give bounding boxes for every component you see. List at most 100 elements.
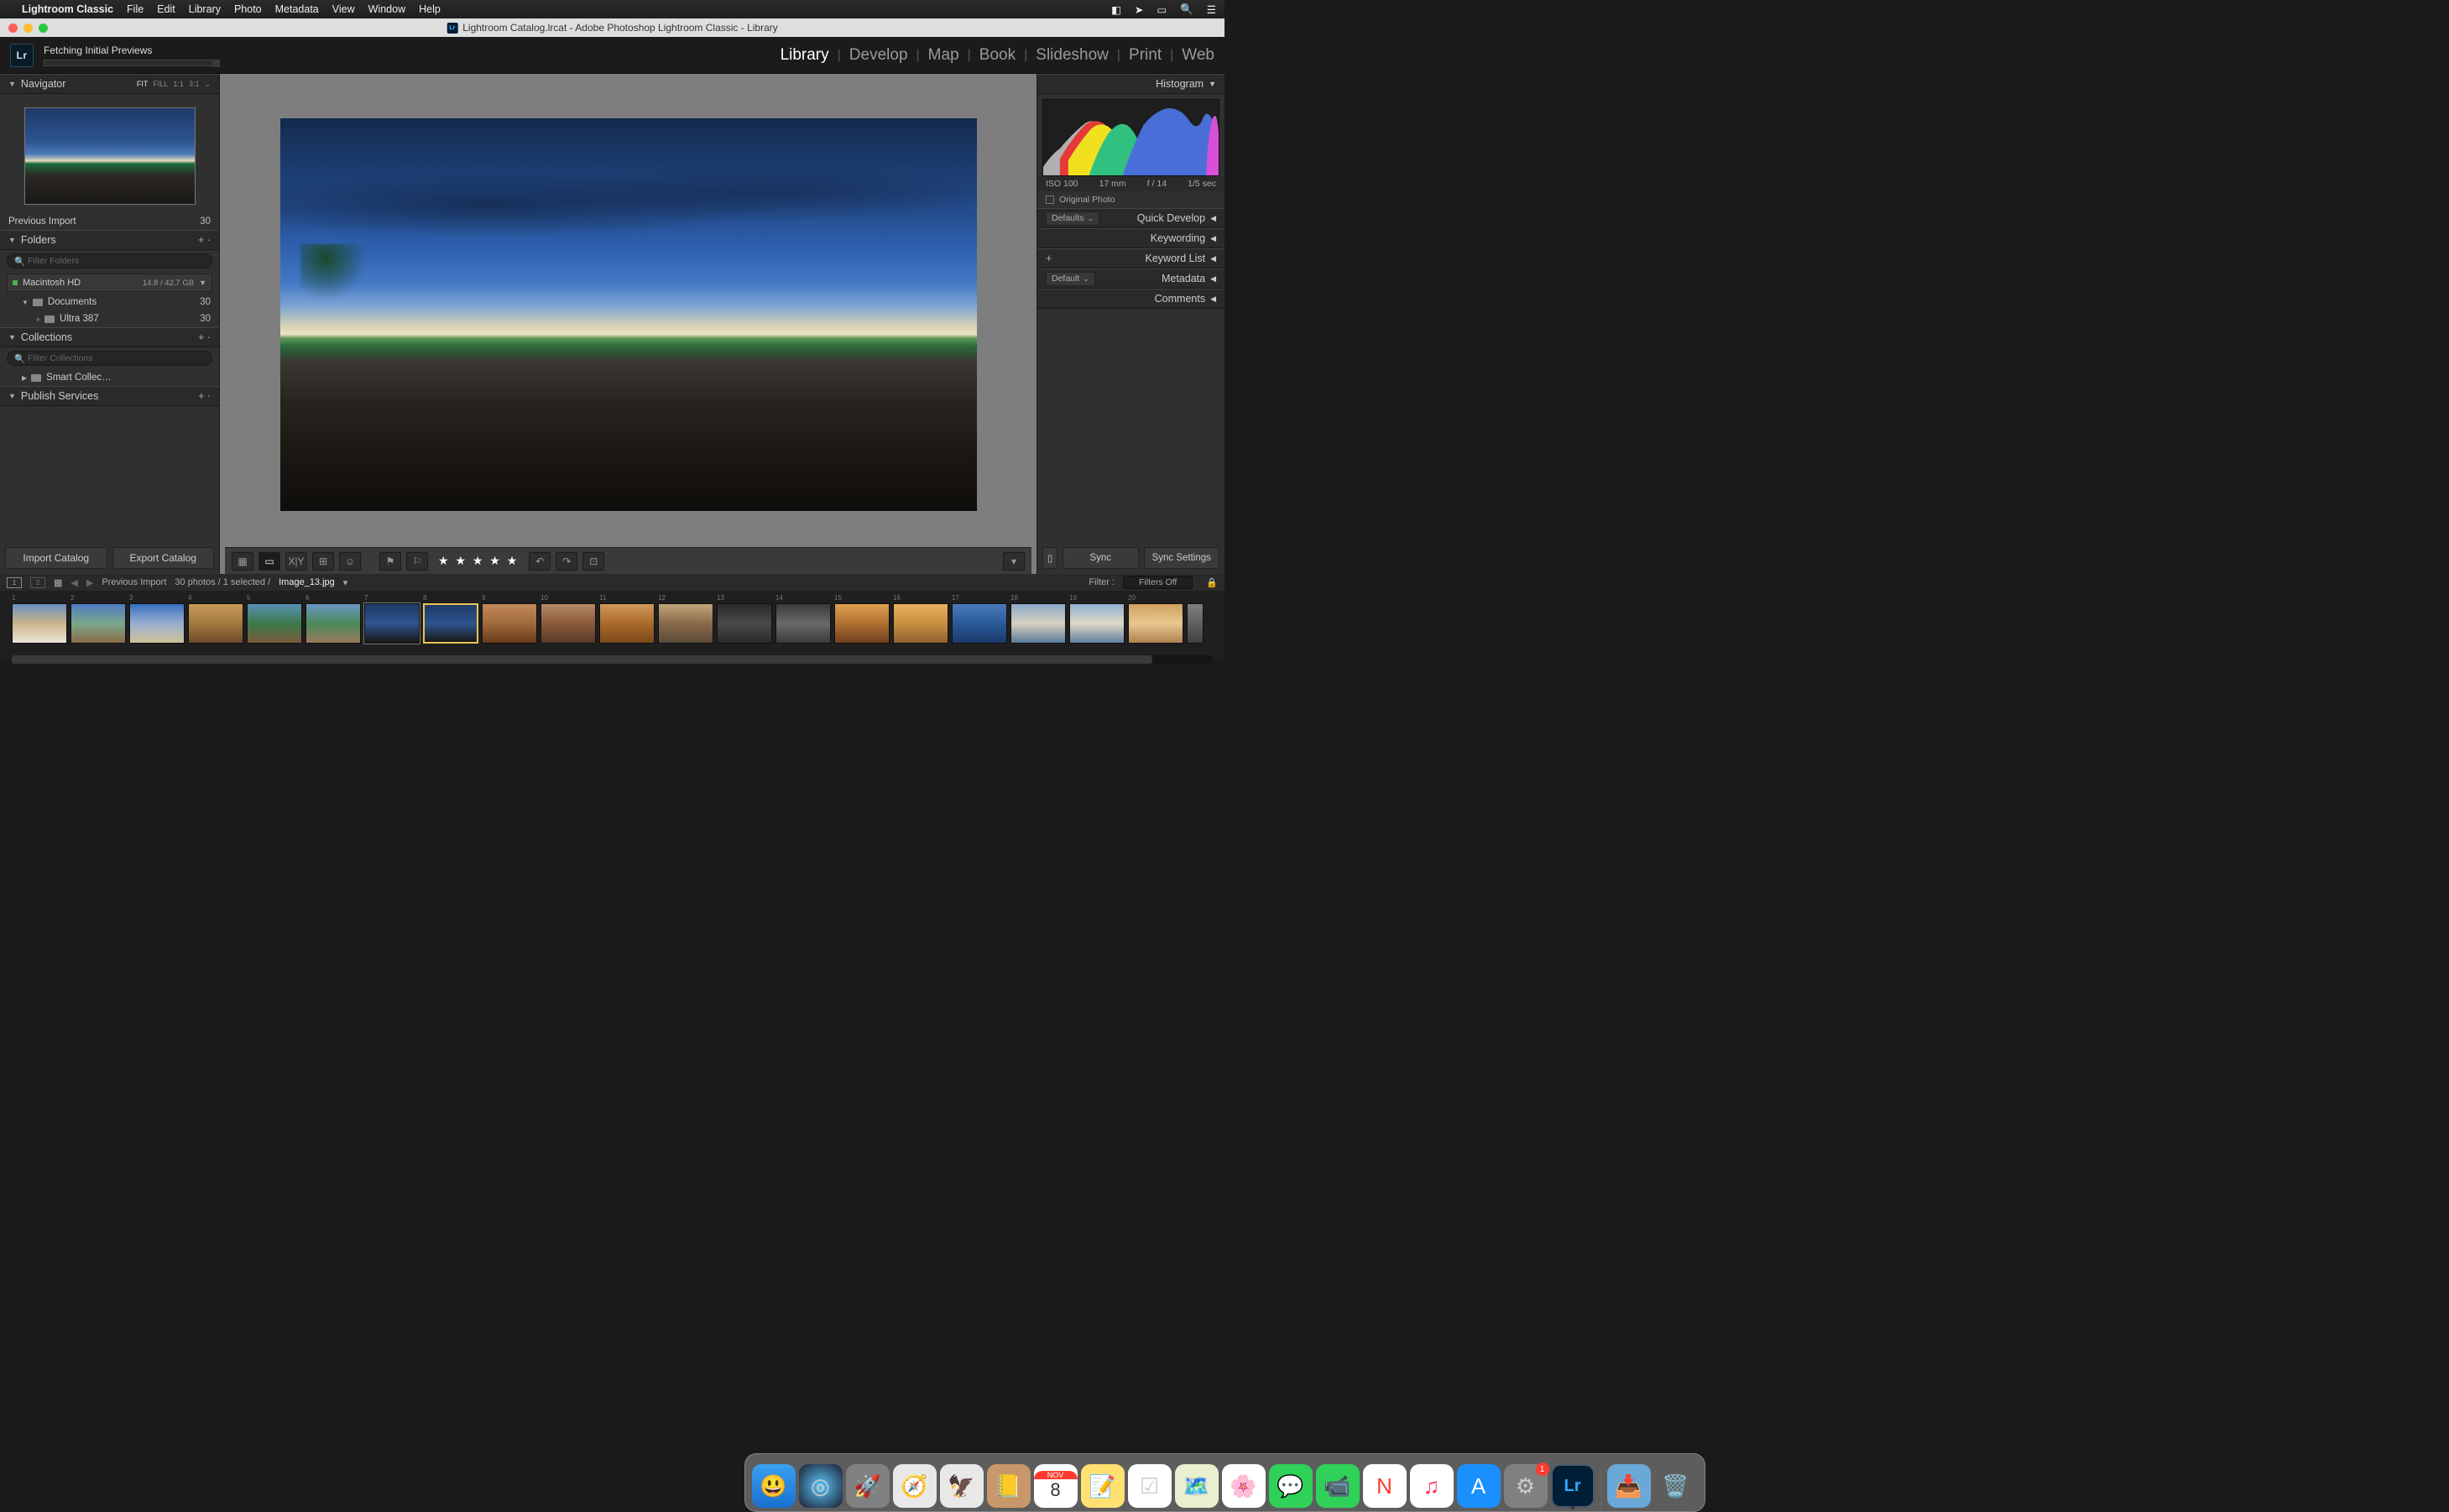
- dock-facetime[interactable]: 📹: [1316, 1464, 1360, 1508]
- navigator-header[interactable]: ▼ Navigator FIT FILL 1:1 3:1 ⌄: [0, 74, 219, 94]
- rotate-ccw-button[interactable]: ↶: [529, 552, 551, 571]
- module-print[interactable]: Print: [1129, 46, 1162, 65]
- loupe-image[interactable]: [280, 118, 977, 511]
- filmstrip-thumb[interactable]: [717, 603, 772, 644]
- dock-mail[interactable]: 🦅: [940, 1464, 984, 1508]
- view-compare-button[interactable]: X|Y: [285, 552, 307, 571]
- view-survey-button[interactable]: ⊞: [312, 552, 334, 571]
- filmstrip-forward-button[interactable]: ▶: [86, 577, 93, 588]
- nav-fill[interactable]: FILL: [153, 80, 168, 89]
- folder-documents[interactable]: ▼ Documents 30: [0, 294, 219, 310]
- folders-add-icon[interactable]: + ·: [198, 234, 211, 246]
- nav-3to1[interactable]: 3:1: [189, 80, 200, 89]
- metadata-disclosure-icon[interactable]: ◀: [1210, 274, 1216, 284]
- volume-macintosh-hd[interactable]: Macintosh HD 14.8 / 42.7 GB ▼: [7, 274, 212, 292]
- filmstrip-thumb[interactable]: [12, 603, 67, 644]
- view-people-button[interactable]: ☺: [339, 552, 361, 571]
- status-spotlight-icon[interactable]: 🔍: [1180, 3, 1193, 16]
- dock-siri[interactable]: ◎: [799, 1464, 843, 1508]
- filmstrip-thumb[interactable]: [540, 603, 596, 644]
- histogram-header[interactable]: Histogram ▼: [1037, 74, 1224, 94]
- keyword-list-disclosure-icon[interactable]: ◀: [1210, 254, 1216, 263]
- module-slideshow[interactable]: Slideshow: [1036, 46, 1109, 65]
- dock-lightroom[interactable]: Lr: [1551, 1464, 1595, 1508]
- status-displays-icon[interactable]: ▭: [1157, 3, 1167, 16]
- module-library[interactable]: Library: [781, 46, 829, 65]
- publish-disclosure-icon[interactable]: ▼: [8, 392, 16, 400]
- flag-pick-button[interactable]: ⚑: [379, 552, 401, 571]
- dock-settings[interactable]: ⚙︎1: [1504, 1464, 1548, 1508]
- app-name-menu[interactable]: Lightroom Classic: [22, 3, 113, 15]
- navigator-preview[interactable]: [24, 107, 196, 205]
- menu-help[interactable]: Help: [419, 3, 441, 15]
- filmstrip-thumb[interactable]: [247, 603, 302, 644]
- flag-reject-button[interactable]: ⚐: [406, 552, 428, 571]
- dock-contacts[interactable]: 📒: [987, 1464, 1031, 1508]
- collection-expand-icon[interactable]: ▶: [22, 374, 27, 382]
- keyword-list-add-icon[interactable]: +: [1046, 253, 1052, 264]
- filmstrip-filename-dropdown-icon[interactable]: ▾: [343, 577, 348, 588]
- dock-appstore[interactable]: A: [1457, 1464, 1501, 1508]
- dock-music[interactable]: ♫: [1410, 1464, 1454, 1508]
- keywording-disclosure-icon[interactable]: ◀: [1210, 234, 1216, 243]
- target-collection-button[interactable]: ⊡: [582, 552, 604, 571]
- filmstrip-thumb[interactable]: [952, 603, 1007, 644]
- dock-calendar[interactable]: NOV8: [1034, 1464, 1078, 1508]
- nav-fit[interactable]: FIT: [137, 80, 149, 89]
- filters-off-dropdown[interactable]: Filters Off: [1123, 576, 1193, 589]
- view-grid-button[interactable]: ▦: [232, 552, 253, 571]
- comments-disclosure-icon[interactable]: ◀: [1210, 295, 1216, 304]
- metadata-preset-dropdown[interactable]: Default: [1046, 272, 1095, 286]
- filmstrip-thumb[interactable]: [70, 603, 126, 644]
- quick-develop-disclosure-icon[interactable]: ◀: [1210, 214, 1216, 223]
- filmstrip-scrollbar[interactable]: [12, 655, 1213, 664]
- filmstrip-back-button[interactable]: ◀: [70, 577, 77, 588]
- comments-header[interactable]: Comments ◀: [1037, 289, 1224, 309]
- status-arrow-icon[interactable]: ➤: [1135, 3, 1143, 16]
- filmstrip-thumb[interactable]: [893, 603, 948, 644]
- filmstrip-thumb[interactable]: [1128, 603, 1183, 644]
- filmstrip-thumb[interactable]: [188, 603, 243, 644]
- quick-develop-preset-dropdown[interactable]: Defaults: [1046, 211, 1099, 226]
- menu-photo[interactable]: Photo: [234, 3, 262, 15]
- metadata-header[interactable]: Default Metadata ◀: [1037, 269, 1224, 289]
- dock-maps[interactable]: 🗺️: [1175, 1464, 1219, 1508]
- filmstrip-thumb[interactable]: [1187, 603, 1204, 644]
- catalog-previous-import[interactable]: Previous Import 30: [0, 213, 219, 230]
- filmstrip-thumb[interactable]: [775, 603, 831, 644]
- activity-progress[interactable]: [44, 60, 220, 66]
- filmstrip-source[interactable]: Previous Import: [102, 577, 166, 587]
- collections-disclosure-icon[interactable]: ▼: [8, 333, 16, 342]
- menu-file[interactable]: File: [127, 3, 144, 15]
- dock-photos[interactable]: 🌸: [1222, 1464, 1266, 1508]
- module-book[interactable]: Book: [979, 46, 1016, 65]
- filmstrip-thumb[interactable]: [305, 603, 361, 644]
- status-cc-icon[interactable]: ◧: [1111, 3, 1121, 16]
- navigator-disclosure-icon[interactable]: ▼: [8, 80, 16, 88]
- filmstrip-thumb[interactable]: [1069, 603, 1125, 644]
- folders-filter-input[interactable]: 🔍 Filter Folders: [7, 253, 212, 269]
- filmstrip-filename[interactable]: Image_13.jpg: [279, 577, 335, 587]
- filmstrip-thumbs[interactable]: ★★★★★ ★★★★★: [5, 602, 1219, 645]
- folders-disclosure-icon[interactable]: ▼: [8, 236, 16, 244]
- folder-expand-icon[interactable]: ▹: [37, 315, 40, 323]
- import-catalog-button[interactable]: Import Catalog: [5, 547, 107, 569]
- dock-launchpad[interactable]: 🚀: [846, 1464, 890, 1508]
- keyword-list-header[interactable]: + Keyword List ◀: [1037, 248, 1224, 269]
- nav-1to1[interactable]: 1:1: [173, 80, 184, 89]
- menu-metadata[interactable]: Metadata: [275, 3, 319, 15]
- menu-view[interactable]: View: [332, 3, 355, 15]
- original-photo-row[interactable]: Original Photo: [1037, 191, 1224, 208]
- module-map[interactable]: Map: [928, 46, 959, 65]
- module-develop[interactable]: Develop: [849, 46, 908, 65]
- sync-toggle-button[interactable]: ▯: [1042, 547, 1057, 569]
- sync-settings-button[interactable]: Sync Settings: [1144, 547, 1220, 569]
- toolbar-menu-button[interactable]: ▾: [1003, 552, 1025, 571]
- sync-button[interactable]: Sync: [1063, 547, 1139, 569]
- histogram-graph[interactable]: [1042, 99, 1219, 176]
- keywording-header[interactable]: Keywording ◀: [1037, 228, 1224, 248]
- export-catalog-button[interactable]: Export Catalog: [112, 547, 215, 569]
- rotate-cw-button[interactable]: ↷: [556, 552, 577, 571]
- secondary-monitor-button[interactable]: 2: [30, 577, 45, 588]
- filmstrip-grid-icon[interactable]: ▦: [54, 577, 62, 588]
